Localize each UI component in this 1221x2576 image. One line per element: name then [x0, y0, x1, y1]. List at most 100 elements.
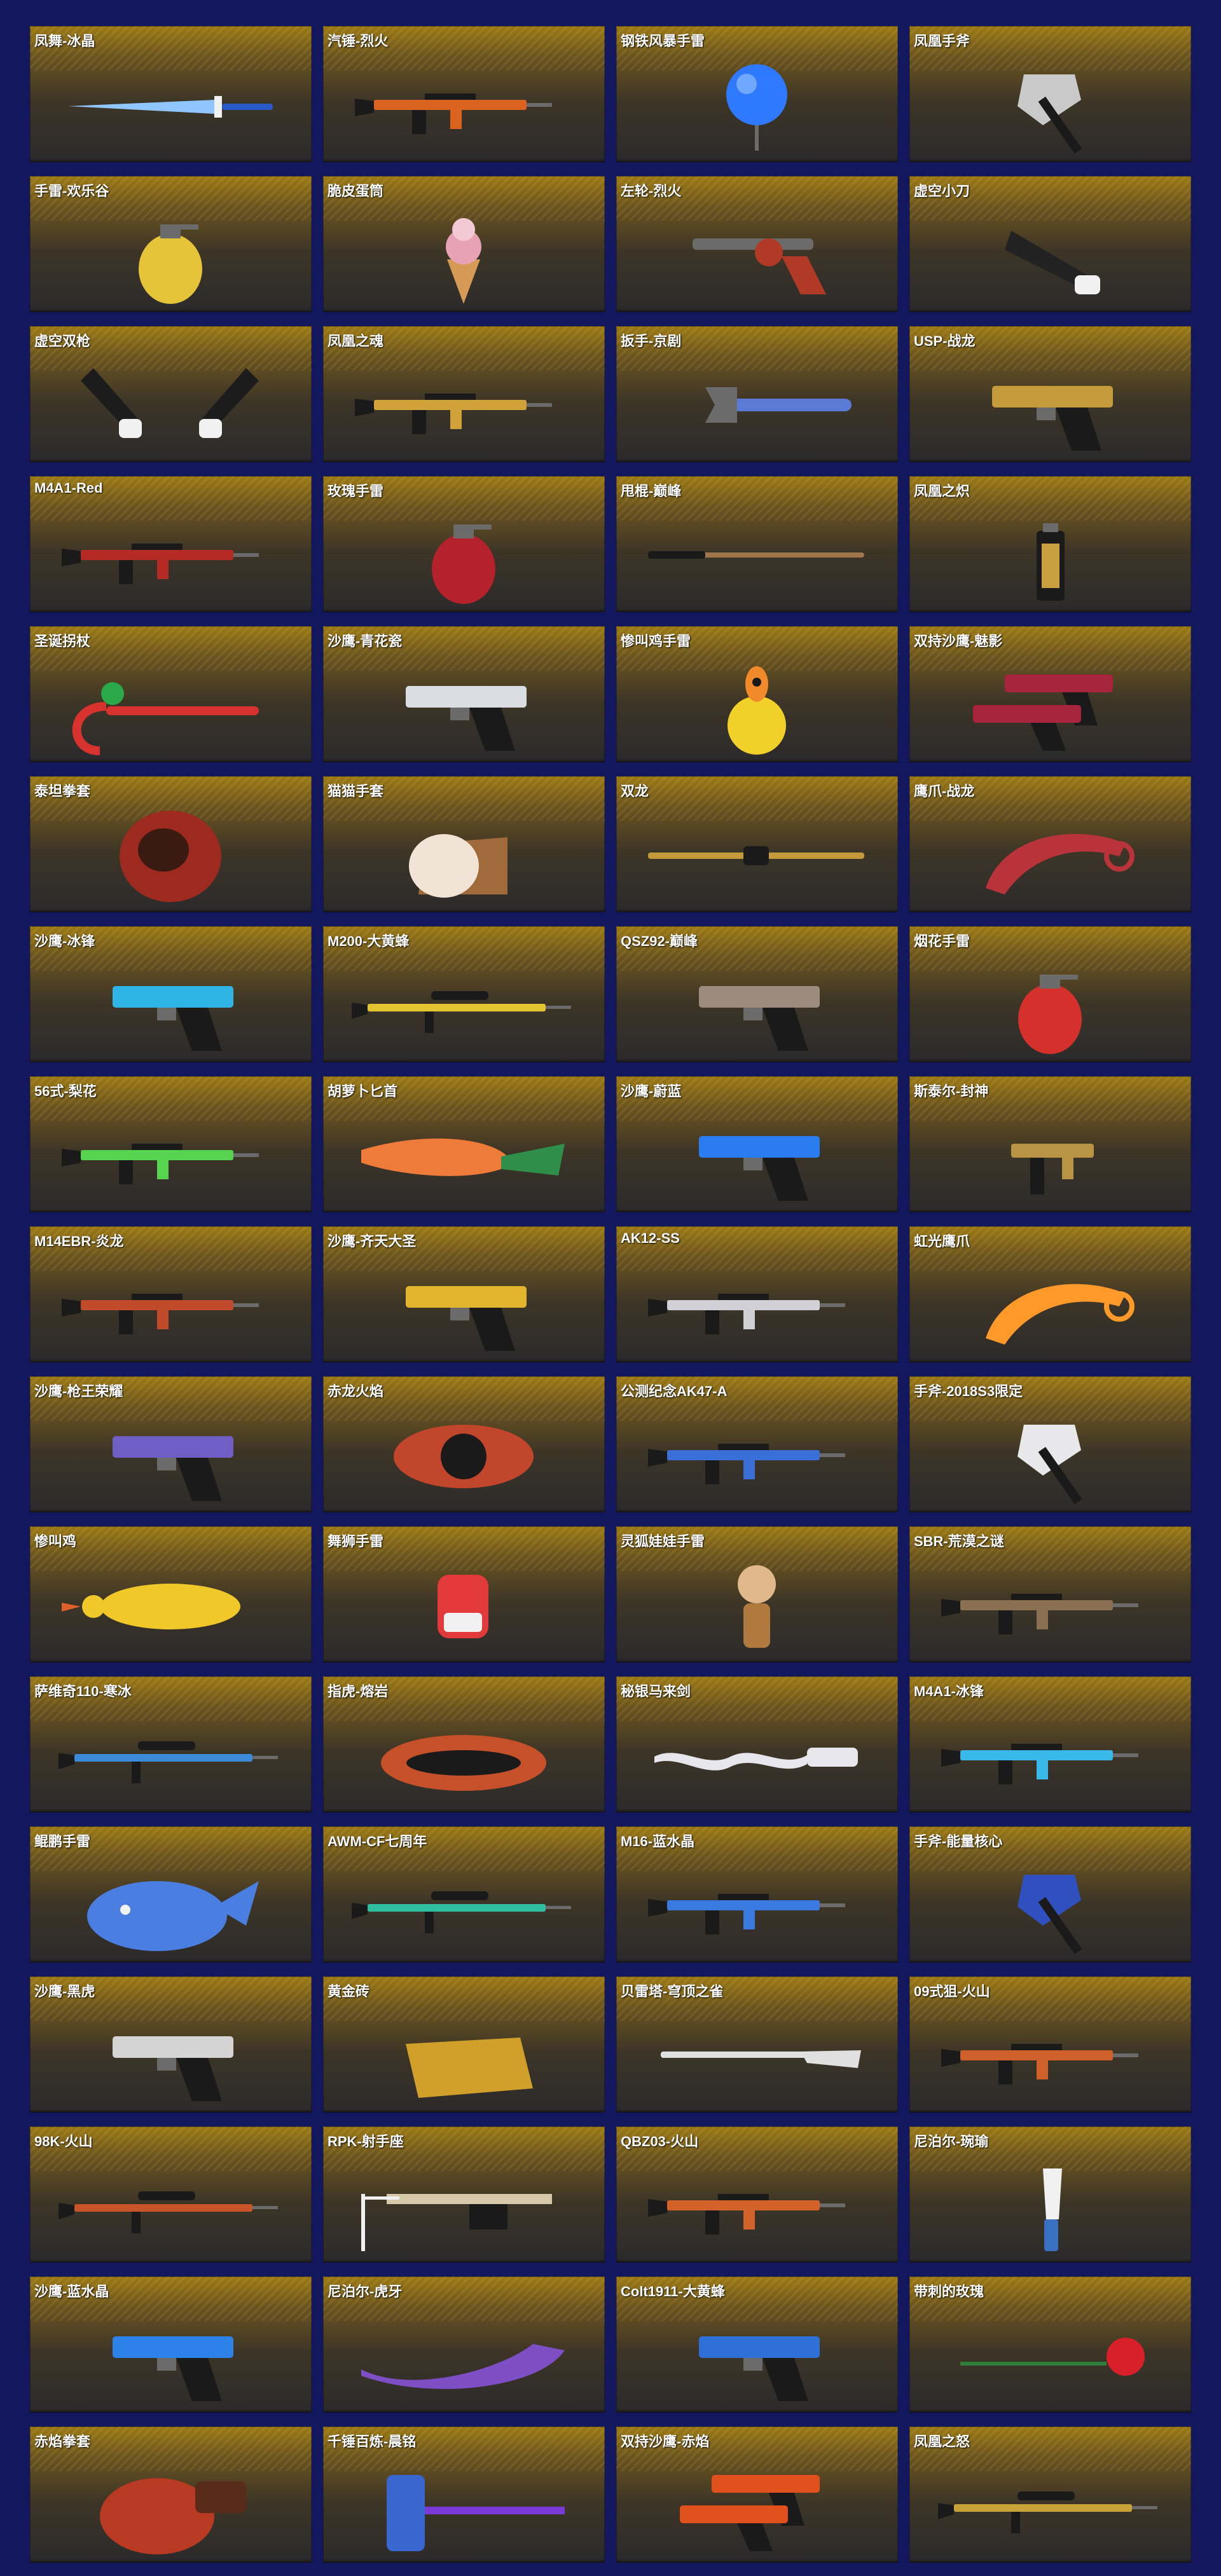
item-card[interactable]: 胡萝卜匕首: [323, 1076, 605, 1212]
item-name: 98K-火山: [34, 2134, 93, 2149]
item-card[interactable]: 惨叫鸡: [30, 1526, 312, 1662]
rose-icon: [935, 2306, 1166, 2408]
whale-icon: [55, 1856, 286, 1957]
rifle-icon: [55, 505, 286, 607]
item-card[interactable]: 凤凰之炽: [909, 476, 1191, 612]
item-card[interactable]: M14EBR-炎龙: [30, 1226, 312, 1362]
item-card[interactable]: AK12-SS: [616, 1226, 898, 1362]
item-card[interactable]: 猫猫手套: [323, 776, 605, 912]
rifle-icon: [935, 1706, 1166, 1807]
item-name: Colt1911-大黄蜂: [621, 2284, 725, 2299]
pistol-icon: [348, 1256, 579, 1357]
item-card[interactable]: QBZ03-火山: [616, 2127, 898, 2263]
item-card[interactable]: 泰坦拳套: [30, 776, 312, 912]
item-card[interactable]: QSZ92-巅峰: [616, 926, 898, 1062]
item-card[interactable]: 赤焰拳套: [30, 2427, 312, 2563]
item-card[interactable]: SBR-荒漠之谜: [909, 1526, 1191, 1662]
item-card[interactable]: 带刺的玫瑰: [909, 2277, 1191, 2413]
item-card[interactable]: 沙鹰-青花瓷: [323, 626, 605, 762]
item-card[interactable]: RPK-射手座: [323, 2127, 605, 2263]
item-card[interactable]: 虹光鹰爪: [909, 1226, 1191, 1362]
item-card[interactable]: 手斧-能量核心: [909, 1826, 1191, 1963]
item-name: 09式狙-火山: [914, 1983, 990, 1999]
item-card[interactable]: 98K-火山: [30, 2127, 312, 2263]
item-card[interactable]: 灵狐娃娃手雷: [616, 1526, 898, 1662]
item-card[interactable]: M4A1-冰锋: [909, 1676, 1191, 1812]
item-card[interactable]: 沙鹰-枪王荣耀: [30, 1376, 312, 1512]
item-card[interactable]: M16-蓝水晶: [616, 1826, 898, 1963]
item-card[interactable]: 虚空双枪: [30, 326, 312, 462]
pistol-pair-icon: [642, 2456, 873, 2558]
item-card[interactable]: 鹰爪-战龙: [909, 776, 1191, 912]
item-card[interactable]: 公测纪念AK47-A: [616, 1376, 898, 1512]
item-name: 56式-梨花: [34, 1083, 97, 1099]
icecream-icon: [348, 205, 579, 307]
item-card[interactable]: M200-大黄蜂: [323, 926, 605, 1062]
sniper-icon: [55, 2156, 286, 2257]
item-name: M4A1-Red: [34, 480, 103, 496]
item-card[interactable]: 圣诞拐杖: [30, 626, 312, 762]
item-name: 手斧-能量核心: [914, 1833, 1003, 1849]
item-card[interactable]: 双持沙鹰-赤焰: [616, 2427, 898, 2563]
item-card[interactable]: 钢铁风暴手雷: [616, 26, 898, 162]
item-name: 公测纪念AK47-A: [621, 1383, 728, 1399]
item-card[interactable]: 指虎-熔岩: [323, 1676, 605, 1812]
item-card[interactable]: 烟花手雷: [909, 926, 1191, 1062]
item-card[interactable]: 双持沙鹰-魅影: [909, 626, 1191, 762]
item-name: 凤凰手斧: [914, 33, 970, 49]
item-card[interactable]: 脆皮蛋筒: [323, 176, 605, 312]
item-card[interactable]: 双龙: [616, 776, 898, 912]
item-name: 猫猫手套: [328, 783, 384, 799]
item-card[interactable]: 斯泰尔-封神: [909, 1076, 1191, 1212]
item-card[interactable]: 扳手-京剧: [616, 326, 898, 462]
item-card[interactable]: 沙鹰-蔚蓝: [616, 1076, 898, 1212]
item-card[interactable]: 玫瑰手雷: [323, 476, 605, 612]
item-card[interactable]: 汽锤-烈火: [323, 26, 605, 162]
item-card[interactable]: 黄金砖: [323, 1977, 605, 2113]
item-name: 沙鹰-蔚蓝: [621, 1083, 682, 1099]
item-card[interactable]: Colt1911-大黄蜂: [616, 2277, 898, 2413]
item-card[interactable]: M4A1-Red: [30, 476, 312, 612]
item-card[interactable]: 凤凰之魂: [323, 326, 605, 462]
item-card[interactable]: 09式狙-火山: [909, 1977, 1191, 2113]
item-name: 鲲鹏手雷: [34, 1833, 91, 1849]
item-name: 虚空小刀: [914, 183, 970, 199]
item-card[interactable]: 沙鹰-蓝水晶: [30, 2277, 312, 2413]
item-name: 斯泰尔-封神: [914, 1083, 989, 1099]
item-card[interactable]: 尼泊尔-虎牙: [323, 2277, 605, 2413]
item-card[interactable]: 虚空小刀: [909, 176, 1191, 312]
item-card[interactable]: 凤凰之怒: [909, 2427, 1191, 2563]
glove-pair-icon: [55, 355, 286, 457]
rifle-icon: [642, 1256, 873, 1357]
item-card[interactable]: 赤龙火焰: [323, 1376, 605, 1512]
karambit-icon: [935, 1256, 1166, 1357]
item-card[interactable]: 舞狮手雷: [323, 1526, 605, 1662]
item-card[interactable]: 凤凰手斧: [909, 26, 1191, 162]
item-card[interactable]: 手雷-欢乐谷: [30, 176, 312, 312]
item-card[interactable]: 贝雷塔-穹顶之雀: [616, 1977, 898, 2113]
gold-bar-icon: [348, 2006, 579, 2107]
item-card[interactable]: 秘银马来剑: [616, 1676, 898, 1812]
item-card[interactable]: USP-战龙: [909, 326, 1191, 462]
item-card[interactable]: 萨维奇110-寒冰: [30, 1676, 312, 1812]
item-card[interactable]: 手斧-2018S3限定: [909, 1376, 1191, 1512]
item-name: 泰坦拳套: [34, 783, 91, 799]
item-card[interactable]: 56式-梨花: [30, 1076, 312, 1212]
item-card[interactable]: 鲲鹏手雷: [30, 1826, 312, 1963]
item-card[interactable]: AWM-CF七周年: [323, 1826, 605, 1963]
item-card[interactable]: 沙鹰-齐天大圣: [323, 1226, 605, 1362]
item-card[interactable]: 左轮-烈火: [616, 176, 898, 312]
item-card[interactable]: 凤舞-冰晶: [30, 26, 312, 162]
axe-icon: [935, 55, 1166, 157]
pistol-icon: [55, 2006, 286, 2107]
item-card[interactable]: 惨叫鸡手雷: [616, 626, 898, 762]
item-card[interactable]: 甩棍-巅峰: [616, 476, 898, 612]
grenade-orb-icon: [642, 55, 873, 157]
grenade-icon: [348, 505, 579, 607]
item-card[interactable]: 沙鹰-冰锋: [30, 926, 312, 1062]
item-card[interactable]: 尼泊尔-琬瑜: [909, 2127, 1191, 2263]
dragon-gun-icon: [348, 1406, 579, 1507]
item-card[interactable]: 沙鹰-黑虎: [30, 1977, 312, 2113]
item-card[interactable]: 千锤百炼-晨铭: [323, 2427, 605, 2563]
rifle-icon: [348, 55, 579, 157]
